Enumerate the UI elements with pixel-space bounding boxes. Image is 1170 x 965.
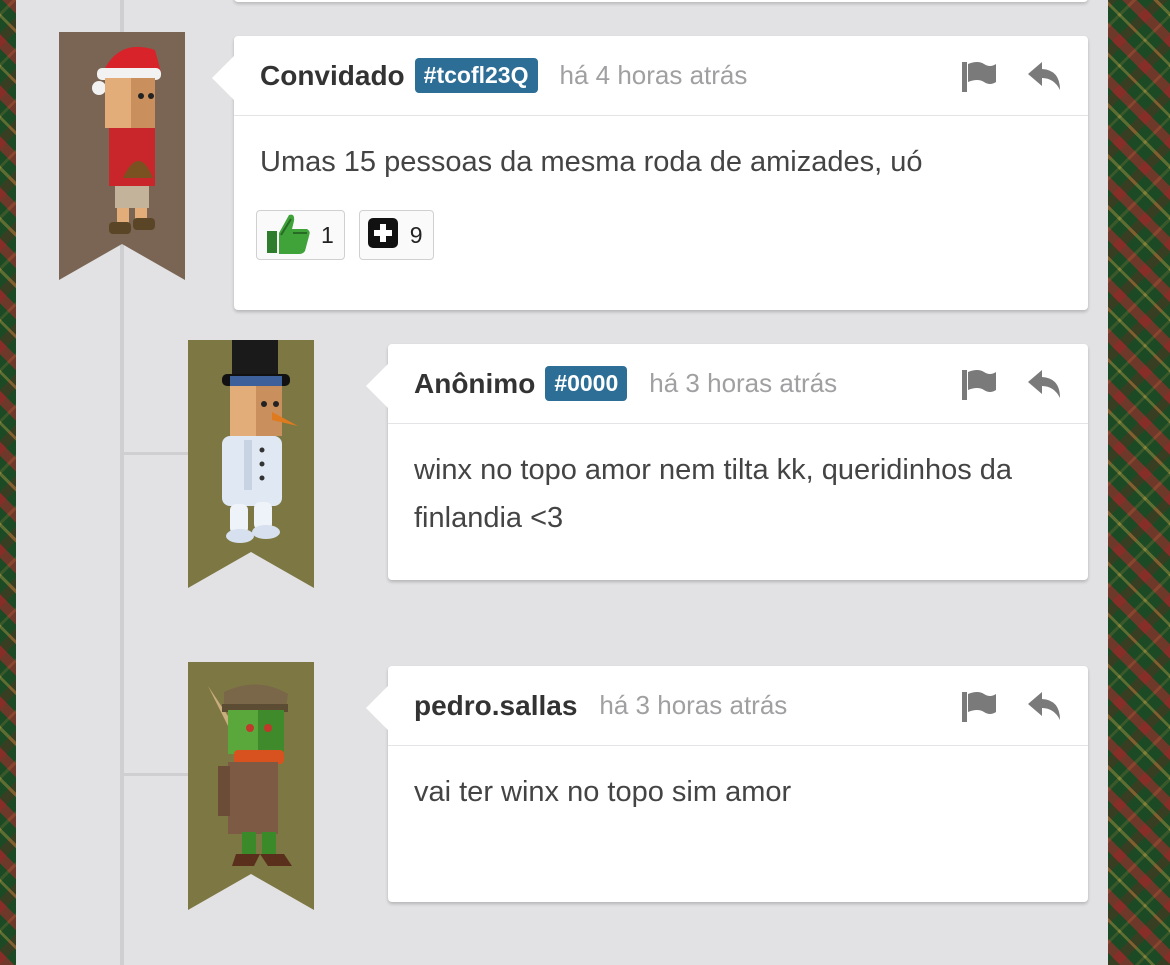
snowman-top-hat-avatar [188, 340, 314, 588]
reaction-count: 9 [409, 221, 423, 248]
goblin-cap-scarf-avatar [188, 662, 314, 910]
reaction-count: 1 [321, 221, 334, 248]
card-pointer [366, 364, 388, 408]
thumbs-up-icon [263, 211, 313, 260]
comment-actions [960, 366, 1064, 402]
avatar-ribbon [188, 340, 314, 588]
avatar-ribbon [59, 32, 185, 280]
santa-hat-avatar [59, 32, 185, 280]
comment-card: Convidado #tcofl23Q há 4 horas atrás Uma… [212, 36, 1088, 310]
thread-branch [124, 773, 188, 776]
comment-timestamp: há 4 horas atrás [559, 60, 748, 90]
comment-author[interactable]: Convidado [260, 60, 405, 92]
comment-text: Umas 15 pessoas da mesma roda de amizade… [260, 146, 923, 178]
comment-text: vai ter winx no topo sim amor [414, 776, 792, 808]
card-pointer [212, 56, 234, 100]
reaction-bar: 1 9 [256, 210, 434, 260]
comment-card: pedro.sallas há 3 horas atrás vai ter wi… [366, 666, 1088, 902]
flag-icon[interactable] [960, 688, 998, 724]
comment-card: Anônimo #0000 há 3 horas atrás winx no t… [366, 344, 1088, 580]
comment-header: Anônimo #0000 há 3 horas atrás [388, 344, 1088, 424]
comment-author[interactable]: pedro.sallas [414, 690, 577, 722]
thread-branch [124, 452, 188, 455]
previous-comment-card [234, 0, 1088, 2]
plus-reaction-button[interactable]: 9 [358, 210, 434, 260]
comment-text: winx no topo amor nem tilta kk, queridin… [414, 454, 1013, 534]
reply-icon[interactable] [1026, 366, 1064, 402]
user-tag-badge: #tcofl23Q [414, 58, 538, 93]
card-pointer [366, 686, 388, 730]
comment-timestamp: há 3 horas atrás [649, 368, 838, 398]
comment-timestamp: há 3 horas atrás [599, 690, 788, 720]
comment-header: Convidado #tcofl23Q há 4 horas atrás [234, 36, 1088, 116]
comment-actions [960, 58, 1064, 94]
reply-icon[interactable] [1026, 58, 1064, 94]
flag-icon[interactable] [960, 366, 998, 402]
plus-square-icon [366, 215, 402, 256]
comment-author[interactable]: Anônimo [414, 368, 535, 400]
flag-icon[interactable] [960, 58, 998, 94]
comment-header: pedro.sallas há 3 horas atrás [388, 666, 1088, 746]
user-tag-badge: #0000 [545, 366, 628, 401]
avatar-ribbon [188, 662, 314, 910]
comments-panel: Convidado #tcofl23Q há 4 horas atrás Uma… [16, 0, 1108, 965]
reply-icon[interactable] [1026, 688, 1064, 724]
comment-actions [960, 688, 1064, 724]
like-reaction-button[interactable]: 1 [256, 210, 345, 260]
